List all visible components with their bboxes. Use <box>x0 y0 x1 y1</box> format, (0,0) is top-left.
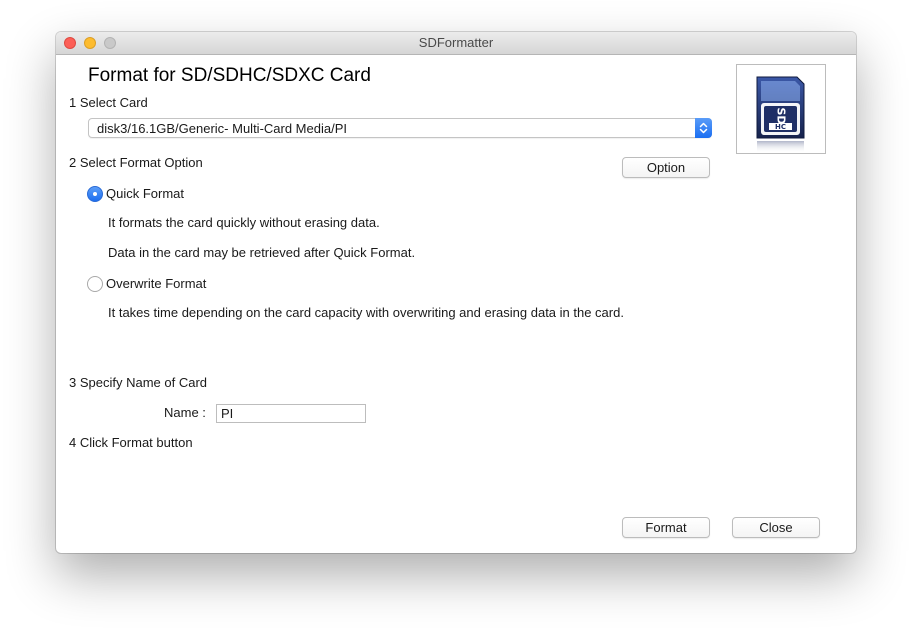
card-name-input[interactable] <box>216 404 366 423</box>
format-button[interactable]: Format <box>622 517 710 538</box>
title-bar[interactable]: SDFormatter <box>56 32 856 55</box>
step1-label: 1 Select Card <box>69 95 148 110</box>
card-select[interactable]: disk3/16.1GB/Generic- Multi-Card Media/P… <box>88 118 712 138</box>
option-button[interactable]: Option <box>622 157 710 178</box>
card-select-value: disk3/16.1GB/Generic- Multi-Card Media/P… <box>97 121 347 136</box>
sdhc-card-icon: SD HC <box>756 76 805 153</box>
name-label: Name : <box>164 405 206 420</box>
overwrite-format-radio[interactable] <box>87 276 103 292</box>
chevron-up-down-icon[interactable] <box>695 118 712 138</box>
quick-format-radio[interactable] <box>87 186 103 202</box>
page-title: Format for SD/SDHC/SDXC Card <box>88 65 371 86</box>
close-button[interactable]: Close <box>732 517 820 538</box>
step4-label: 4 Click Format button <box>69 435 193 450</box>
svg-text:HC: HC <box>775 123 786 131</box>
quick-format-label[interactable]: Quick Format <box>106 186 184 201</box>
step2-label: 2 Select Format Option <box>69 155 203 170</box>
sdformatter-window: SDFormatter Format for SD/SDHC/SDXC Card… <box>56 32 856 553</box>
quick-format-description-1: It formats the card quickly without eras… <box>108 215 380 230</box>
svg-text:SD: SD <box>775 107 788 124</box>
overwrite-format-label[interactable]: Overwrite Format <box>106 276 206 291</box>
step3-label: 3 Specify Name of Card <box>69 375 208 390</box>
quick-format-description-2: Data in the card may be retrieved after … <box>108 245 416 260</box>
overwrite-format-description: It takes time depending on the card capa… <box>108 305 624 320</box>
sdhc-card-image: SD HC <box>736 64 826 154</box>
window-title: SDFormatter <box>418 35 494 50</box>
